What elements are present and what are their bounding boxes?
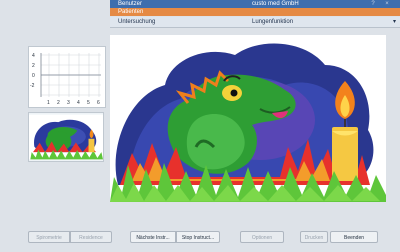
- close-icon[interactable]: ×: [382, 0, 392, 8]
- chevron-down-icon[interactable]: ▾: [393, 17, 396, 27]
- y-tick: 4: [32, 53, 35, 59]
- y-tick: -2: [30, 83, 35, 89]
- flow-chart-panel: 4 2 0 -2 1 2 3 4 5 6: [28, 46, 106, 108]
- x-tick: 6: [97, 100, 100, 106]
- examination-row[interactable]: Untersuchung Lungenfunktion ▾: [110, 17, 400, 28]
- x-tick: 4: [77, 100, 80, 106]
- patient-label: Patienten: [118, 9, 144, 15]
- animation-panel: [110, 35, 386, 202]
- help-icon[interactable]: ?: [368, 0, 378, 8]
- x-tick: 2: [57, 100, 60, 106]
- options-button[interactable]: Optionen: [240, 231, 284, 243]
- x-tick: 5: [87, 100, 90, 106]
- animation-thumbnail[interactable]: [28, 112, 104, 162]
- patient-row[interactable]: Patienten: [110, 8, 400, 16]
- spirometry-button[interactable]: Spirometrie: [28, 231, 70, 243]
- flow-chart: 4 2 0 -2 1 2 3 4 5 6: [30, 53, 101, 106]
- x-tick: 3: [67, 100, 70, 106]
- user-label: Benutzer: [118, 1, 143, 7]
- exit-button[interactable]: Beenden: [330, 231, 378, 243]
- y-tick: 0: [32, 73, 35, 79]
- print-button[interactable]: Drucken: [300, 231, 328, 243]
- stop-instruction-button[interactable]: Stop Instruct...: [176, 231, 220, 243]
- dragon-illustration: [110, 35, 386, 202]
- examination-label: Untersuchung: [118, 19, 156, 25]
- next-instruction-button[interactable]: Nächste Instr...: [130, 231, 176, 243]
- user-row: Benutzer custo med GmbH ? ×: [110, 0, 400, 8]
- user-value: custo med GmbH: [252, 1, 299, 7]
- app-window: Benutzer custo med GmbH ? × Patienten Un…: [0, 0, 400, 252]
- y-tick: 2: [32, 63, 35, 69]
- dragon-thumbnail-illustration: [29, 114, 103, 160]
- x-tick: 1: [47, 100, 50, 106]
- residence-button[interactable]: Residence: [70, 231, 112, 243]
- examination-value: Lungenfunktion: [252, 19, 294, 25]
